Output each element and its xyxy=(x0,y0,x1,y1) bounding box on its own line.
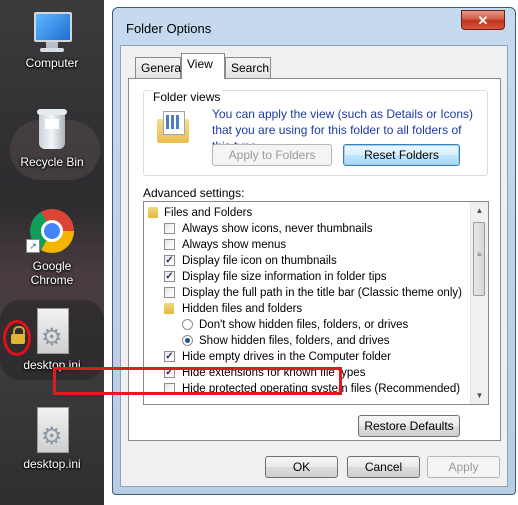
ok-button[interactable]: OK xyxy=(265,456,338,478)
radio-selected[interactable] xyxy=(182,335,193,346)
scrollbar-thumb[interactable]: ≡ xyxy=(473,222,485,296)
tab-view[interactable]: View xyxy=(181,53,225,79)
setting-label: Display the full path in the title bar (… xyxy=(182,287,462,299)
close-button[interactable]: ✕ xyxy=(461,10,505,30)
folder-icon xyxy=(148,207,158,218)
title-bar[interactable]: Folder Options ✕ xyxy=(113,8,515,38)
desktop-background: Computer Recycle Bin ↗ Google Chrome ⚙ d… xyxy=(0,0,104,505)
desktop-icon-recycle-bin[interactable]: Recycle Bin xyxy=(0,107,104,169)
restore-defaults-button[interactable]: Restore Defaults xyxy=(358,415,460,437)
shortcut-arrow-icon: ↗ xyxy=(26,239,40,253)
cancel-button[interactable]: Cancel xyxy=(347,456,420,478)
folder-views-icon xyxy=(157,111,189,143)
checkbox-unchecked[interactable] xyxy=(164,223,175,234)
checkbox-unchecked[interactable] xyxy=(164,239,175,250)
dialog-client-area: General View Search Folder views You can… xyxy=(120,45,508,487)
red-circle-annotation xyxy=(3,320,31,356)
dialog-title: Folder Options xyxy=(126,21,212,36)
reset-folders-button[interactable]: Reset Folders xyxy=(343,144,460,166)
scroll-up-icon[interactable]: ▲ xyxy=(471,202,488,219)
checkbox-unchecked[interactable] xyxy=(164,287,175,298)
desktop-icon-computer[interactable]: Computer xyxy=(0,10,104,70)
desktop-icon-label: desktop.ini xyxy=(23,457,81,471)
scroll-down-icon[interactable]: ▼ xyxy=(471,387,488,404)
checkbox-checked[interactable]: ✓ xyxy=(164,271,175,282)
vertical-scrollbar[interactable]: ▲ ≡ ▼ xyxy=(470,202,488,404)
advanced-settings-label: Advanced settings: xyxy=(143,186,245,200)
checkbox-checked[interactable]: ✓ xyxy=(164,351,175,362)
setting-label: Always show icons, never thumbnails xyxy=(182,223,373,235)
tab-search[interactable]: Search xyxy=(225,57,271,78)
folder-options-dialog: Folder Options ✕ General View Search Fol… xyxy=(112,7,516,495)
computer-icon xyxy=(32,10,72,54)
chrome-icon: ↗ xyxy=(26,209,74,253)
checkbox-checked[interactable]: ✓ xyxy=(164,255,175,266)
setting-label: Don't show hidden files, folders, or dri… xyxy=(199,319,409,331)
folder-views-title: Folder views xyxy=(151,90,223,104)
recycle-bin-icon xyxy=(35,107,69,151)
setting-label: Display file icon on thumbnails xyxy=(182,255,337,267)
desktop-icon-desktop-ini[interactable]: ⚙ desktop.ini xyxy=(0,407,104,471)
tab-general[interactable]: General xyxy=(135,57,184,78)
settings-file-icon: ⚙ xyxy=(35,308,69,354)
desktop-icon-label: Google Chrome xyxy=(30,259,74,287)
setting-label: Show hidden files, folders, and drives xyxy=(199,335,390,347)
apply-to-folders-button[interactable]: Apply to Folders xyxy=(212,144,332,166)
folder-icon xyxy=(164,303,174,314)
desktop-icon-google-chrome[interactable]: ↗ Google Chrome xyxy=(0,209,104,287)
apply-button[interactable]: Apply xyxy=(427,456,500,478)
list-item-label: Files and Folders xyxy=(164,207,253,219)
grip-icon: ≡ xyxy=(477,250,482,259)
desktop-icon-label: Computer xyxy=(25,56,79,70)
desktop-icon-label: Recycle Bin xyxy=(20,155,84,169)
setting-label: Display file size information in folder … xyxy=(182,271,387,283)
folder-views-group: Folder views You can apply the view (suc… xyxy=(143,90,488,176)
setting-label: Always show menus xyxy=(182,239,287,251)
radio-unselected[interactable] xyxy=(182,319,193,330)
red-highlight-annotation xyxy=(53,367,342,395)
list-item-label: Hidden files and folders xyxy=(182,303,303,315)
setting-label: Hide empty drives in the Computer folder xyxy=(182,351,392,363)
settings-file-icon: ⚙ xyxy=(35,407,69,453)
